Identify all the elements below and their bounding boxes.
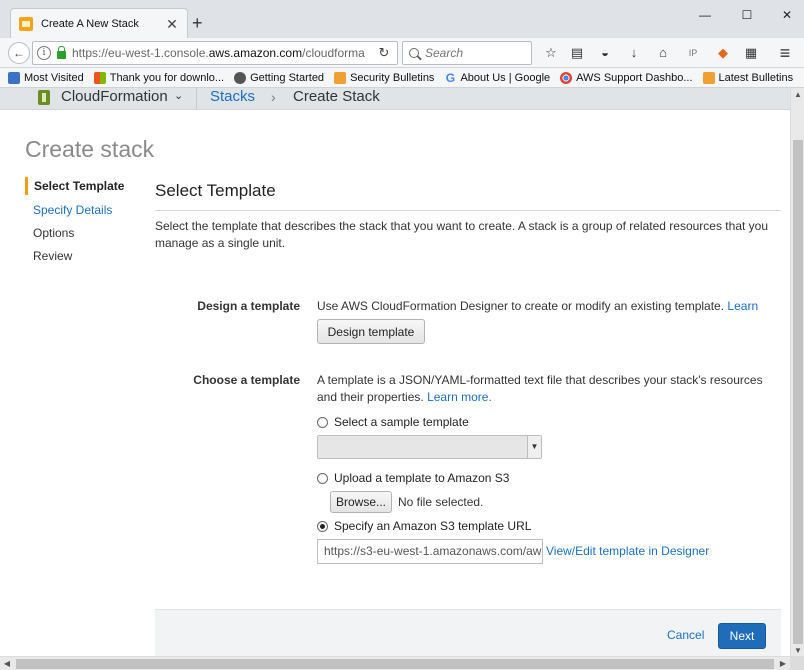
step-review: Review (33, 249, 73, 263)
site-info-icon[interactable]: i (37, 46, 51, 60)
sample-template-select[interactable]: ▼ (317, 435, 542, 459)
file-picker: Browse... No file selected. (330, 491, 483, 513)
chrome-icon (560, 71, 573, 84)
microsoft-icon (93, 71, 106, 84)
design-template-label: Design a template (197, 299, 300, 313)
minimize-icon[interactable]: — (694, 6, 716, 24)
search-bar[interactable] (402, 41, 532, 65)
section-divider (155, 210, 781, 211)
gear-icon (234, 71, 247, 84)
view-edit-designer-link[interactable]: View/Edit template in Designer (546, 544, 709, 558)
breadcrumb-current: Create Stack (293, 88, 380, 105)
vertical-scrollbar[interactable]: ▲ ▼ (790, 88, 804, 658)
browse-button[interactable]: Browse... (330, 491, 392, 513)
maximize-icon[interactable]: ☐ (736, 6, 758, 24)
cloudformation-logo-icon (38, 90, 50, 105)
vertical-scroll-thumb[interactable] (793, 140, 803, 644)
home-icon[interactable]: ⌂ (654, 44, 672, 62)
option-upload-template[interactable]: Upload a template to Amazon S3 (317, 471, 509, 485)
new-tab-icon[interactable]: + (192, 14, 203, 32)
tab-title: Create A New Stack (41, 17, 139, 30)
bookmark-about-google[interactable]: G About Us | Google (444, 72, 550, 84)
horizontal-scrollbar[interactable]: ◀ ▶ (0, 656, 790, 670)
cancel-button[interactable]: Cancel (667, 628, 704, 642)
next-button[interactable]: Next (718, 623, 766, 649)
browser-tab[interactable]: Create A New Stack ✕ (10, 8, 188, 38)
bookmarks-bar: Most Visited Thank you for downlo... Get… (0, 68, 804, 88)
lock-icon (57, 45, 66, 59)
search-input[interactable] (425, 46, 525, 60)
wizard-steps: Select Template Specify Details Options … (25, 177, 145, 269)
browser-titlebar: Create A New Stack ✕ + — ☐ ✕ (0, 0, 804, 38)
chevron-down-icon[interactable]: ⌄ (174, 89, 183, 102)
s3-url-input[interactable]: https://s3-eu-west-1.amazonaws.com/awsr (317, 539, 543, 564)
service-menu[interactable]: CloudFormation (61, 88, 168, 106)
bookmark-getting-started[interactable]: Getting Started (234, 71, 324, 84)
scroll-right-icon[interactable]: ▶ (776, 657, 790, 670)
rss-icon (334, 71, 347, 84)
step-select-template: Select Template (25, 177, 145, 195)
choose-template-desc: A template is a JSON/YAML-formatted text… (317, 373, 763, 404)
upload-radio[interactable] (317, 472, 328, 484)
section-title: Select Template (155, 181, 276, 200)
step-specify-details[interactable]: Specify Details (25, 200, 145, 223)
google-icon: G (445, 70, 456, 85)
intro-text: Select the template that describes the s… (155, 219, 769, 250)
option-sample-template[interactable]: Select a sample template (317, 415, 469, 429)
choose-template-label: Choose a template (193, 373, 300, 387)
choose-learn-more-link[interactable]: Learn more. (427, 390, 492, 404)
bookmark-most-visited[interactable]: Most Visited (8, 71, 84, 84)
bookmark-security-bulletins[interactable]: Security Bulletins (334, 71, 434, 84)
bookmark-aws-support[interactable]: AWS Support Dashbo... (560, 71, 693, 84)
address-bar[interactable]: i https://eu-west-1.console.aws.amazon.c… (32, 41, 398, 65)
chevron-down-icon: ▼ (527, 436, 541, 458)
synced-tabs-icon[interactable]: ▦ (742, 44, 760, 62)
s3-url-radio[interactable] (317, 520, 328, 532)
page-content: CloudFormation ⌄ Stacks › Create Stack C… (0, 88, 790, 658)
star-icon[interactable]: ☆ (542, 44, 560, 62)
tab-close-icon[interactable]: ✕ (165, 17, 179, 31)
nav-divider (196, 88, 197, 110)
step-options: Options (33, 226, 75, 240)
reading-list-icon[interactable]: ▤ (568, 44, 586, 62)
bookmark-latest-bulletins[interactable]: Latest Bulletins (702, 71, 793, 84)
back-arrow-icon[interactable]: ← (8, 42, 30, 64)
ip-extension-icon[interactable]: IP (684, 44, 702, 62)
horizontal-scroll-thumb[interactable] (16, 659, 774, 669)
scroll-up-icon[interactable]: ▲ (791, 88, 804, 102)
design-template-button[interactable]: Design template (317, 319, 425, 344)
browser-navbar: ← i https://eu-west-1.console.aws.amazon… (0, 38, 804, 68)
breadcrumb-separator: › (271, 89, 276, 105)
menu-icon[interactable]: ≡ (776, 44, 794, 62)
breadcrumb-stacks-link[interactable]: Stacks (210, 88, 255, 106)
download-icon[interactable]: ↓ (625, 44, 643, 62)
file-status: No file selected. (398, 495, 484, 509)
page-title: Create stack (25, 136, 155, 162)
aws-service-nav: CloudFormation ⌄ Stacks › Create Stack (0, 88, 790, 110)
pocket-icon[interactable]: ◒ (596, 44, 614, 62)
address-url: https://eu-west-1.console.aws.amazon.com… (72, 46, 365, 60)
bookmark-thank-you[interactable]: Thank you for downlo... (93, 71, 224, 84)
search-icon (409, 48, 419, 58)
scrollbar-corner (790, 656, 804, 670)
close-window-icon[interactable]: ✕ (776, 6, 798, 24)
scroll-left-icon[interactable]: ◀ (0, 657, 14, 670)
most-visited-icon (8, 71, 20, 84)
fox-extension-icon[interactable]: ◆ (714, 44, 732, 62)
reload-icon[interactable]: ↻ (375, 45, 393, 61)
wizard-footer: Cancel Next (155, 609, 781, 658)
option-s3-url[interactable]: Specify an Amazon S3 template URL (317, 519, 531, 533)
rss-icon (702, 71, 715, 84)
aws-favicon-icon (19, 16, 33, 31)
sample-radio[interactable] (317, 416, 328, 428)
